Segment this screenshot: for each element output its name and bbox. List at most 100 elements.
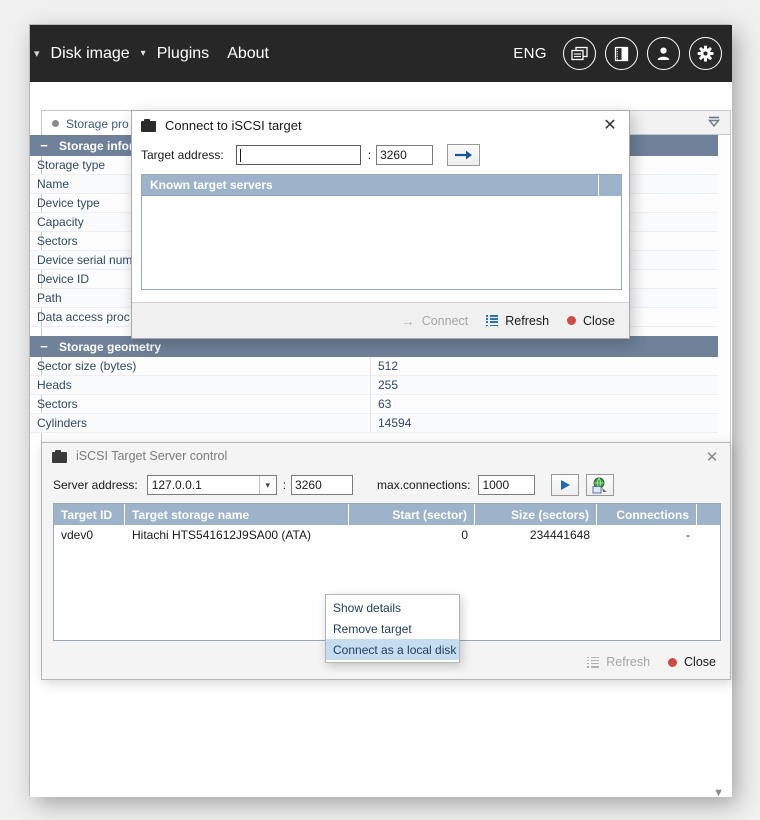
tab-storage-properties[interactable]: Storage pro xyxy=(42,111,142,136)
iscsi-panel-titlebar: iSCSI Target Server control xyxy=(42,443,730,469)
property-row[interactable]: Cylinders 14594 xyxy=(30,414,718,433)
property-key: Sectors xyxy=(37,234,78,248)
disk-image-chevron-down-icon[interactable]: ▾ xyxy=(139,25,148,82)
table-cell: vdev0 xyxy=(61,528,94,542)
close-icon[interactable]: ✕ xyxy=(601,117,619,135)
dialog-footer: → Connect Refresh Close xyxy=(132,302,629,338)
section-collapse-icon[interactable]: − xyxy=(39,138,49,153)
connect-button[interactable]: → Connect xyxy=(401,314,469,328)
property-key: Device type xyxy=(37,196,100,210)
known-target-servers-list[interactable]: Known target servers xyxy=(141,174,622,290)
text-caret xyxy=(239,148,241,162)
connect-to-iscsi-target-dialog: Connect to iSCSI target ✕ Target address… xyxy=(131,110,630,339)
column-header[interactable]: Start (sector) xyxy=(349,504,475,525)
property-value: 255 xyxy=(378,378,399,392)
port-colon: : xyxy=(367,148,372,162)
property-row[interactable]: Sector size (bytes) 512 xyxy=(30,357,718,376)
table-cell: 0 xyxy=(461,528,468,542)
dialog-title: Connect to iSCSI target xyxy=(165,117,302,133)
server-address-input[interactable] xyxy=(147,476,259,494)
table-cell-spacer xyxy=(697,525,720,545)
list-header-endcap xyxy=(598,175,621,196)
gear-icon[interactable] xyxy=(689,37,722,70)
dialog-titlebar: Connect to iSCSI target xyxy=(132,111,629,139)
menu-bar-left-group: ▾ Disk image ▾ Plugins About xyxy=(30,25,278,82)
book-icon[interactable] xyxy=(605,37,638,70)
property-key: Device serial num xyxy=(37,253,133,267)
menu-item-plugins[interactable]: Plugins xyxy=(148,25,218,82)
column-header[interactable]: Connections xyxy=(597,504,697,525)
table-row[interactable]: vdev0 Hitachi HTS541612J9SA00 (ATA) 0 23444… xyxy=(54,525,720,545)
tab-status-dot-icon xyxy=(52,120,59,127)
tab-label: Storage pro xyxy=(66,116,129,131)
user-icon[interactable] xyxy=(647,37,680,70)
section-header-storage-geometry[interactable]: − Storage geometry xyxy=(30,336,718,357)
column-separator xyxy=(370,357,371,375)
server-port-input[interactable] xyxy=(291,475,354,495)
top-menu-bar: ▾ Disk image ▾ Plugins About ENG xyxy=(30,25,732,82)
context-menu-item[interactable]: Remove target xyxy=(326,618,459,639)
section-collapse-icon[interactable]: − xyxy=(39,339,49,354)
property-value: 14594 xyxy=(378,416,412,430)
refresh-button[interactable]: Refresh xyxy=(587,655,650,669)
red-dot-icon xyxy=(567,316,577,325)
target-context-menu: Show details Remove target Connect as a lo… xyxy=(325,594,460,663)
refresh-button-label: Refresh xyxy=(505,313,550,328)
close-button[interactable]: Close xyxy=(567,314,615,328)
close-button[interactable]: Close xyxy=(668,655,716,669)
property-key: Device ID xyxy=(37,272,90,286)
menu-item-disk-image[interactable]: Disk image xyxy=(42,25,139,82)
max-connections-label: max.connections: xyxy=(377,478,471,492)
menu-item-about[interactable]: About xyxy=(218,25,278,82)
target-address-label: Target address: xyxy=(141,148,224,162)
property-value: 512 xyxy=(378,359,399,373)
column-header-spacer xyxy=(697,504,720,525)
menu-overflow-caret-icon[interactable]: ▾ xyxy=(34,47,40,60)
context-menu-item[interactable]: Connect as a local disk xyxy=(326,639,459,660)
connect-button-label: Connect xyxy=(421,313,469,328)
server-address-combo[interactable]: ▾ xyxy=(146,475,277,495)
column-header[interactable]: Target storage name xyxy=(125,504,349,525)
app-icon xyxy=(52,449,68,463)
column-header[interactable]: Size (sectors) xyxy=(475,504,597,525)
property-key: Heads xyxy=(37,378,72,392)
property-key: Storage type xyxy=(37,158,106,172)
play-icon xyxy=(560,480,570,490)
target-address-input[interactable] xyxy=(235,145,361,165)
table-cell: - xyxy=(686,528,690,542)
close-icon[interactable]: ✕ xyxy=(703,448,721,466)
section-title: Storage geometry xyxy=(59,339,162,354)
property-row[interactable]: Sectors 63 xyxy=(30,395,718,414)
start-server-button[interactable] xyxy=(551,474,580,496)
property-key: Path xyxy=(37,291,62,305)
close-button-label: Close xyxy=(583,313,615,328)
panels-icon[interactable] xyxy=(563,37,596,70)
property-row[interactable]: Heads 255 xyxy=(30,376,718,395)
red-dot-icon xyxy=(668,657,678,667)
language-indicator[interactable]: ENG xyxy=(513,45,547,62)
target-port-input[interactable] xyxy=(376,145,434,165)
go-connect-button[interactable] xyxy=(447,144,481,166)
iscsi-toolbar: Server address: ▾ : max.connections: xyxy=(42,469,730,501)
scroll-down-icon[interactable]: ▼ xyxy=(713,787,724,799)
chevron-down-icon[interactable]: ▾ xyxy=(258,476,276,494)
max-connections-input[interactable] xyxy=(478,475,536,495)
port-colon: : xyxy=(282,478,287,492)
column-separator xyxy=(370,376,371,394)
close-button-label: Close xyxy=(684,655,716,669)
property-key: Capacity xyxy=(37,215,84,229)
targets-table-header: Target ID Target storage name Start (secto… xyxy=(54,504,720,525)
known-target-servers-title: Known target servers xyxy=(150,178,273,192)
target-address-row: Target address: : xyxy=(141,144,481,166)
panel-collapse-icon[interactable] xyxy=(706,115,722,131)
property-key: Sector size (bytes) xyxy=(37,359,137,373)
network-settings-button[interactable] xyxy=(586,474,615,496)
property-key: Sectors xyxy=(37,397,78,411)
refresh-button-label: Refresh xyxy=(606,655,651,669)
known-target-servers-header: Known target servers xyxy=(142,175,621,196)
context-menu-item[interactable]: Show details xyxy=(326,597,459,618)
column-header[interactable]: Target ID xyxy=(54,504,125,525)
server-address-label: Server address: xyxy=(53,478,138,492)
refresh-button[interactable]: Refresh xyxy=(486,314,549,328)
column-separator xyxy=(370,395,371,413)
